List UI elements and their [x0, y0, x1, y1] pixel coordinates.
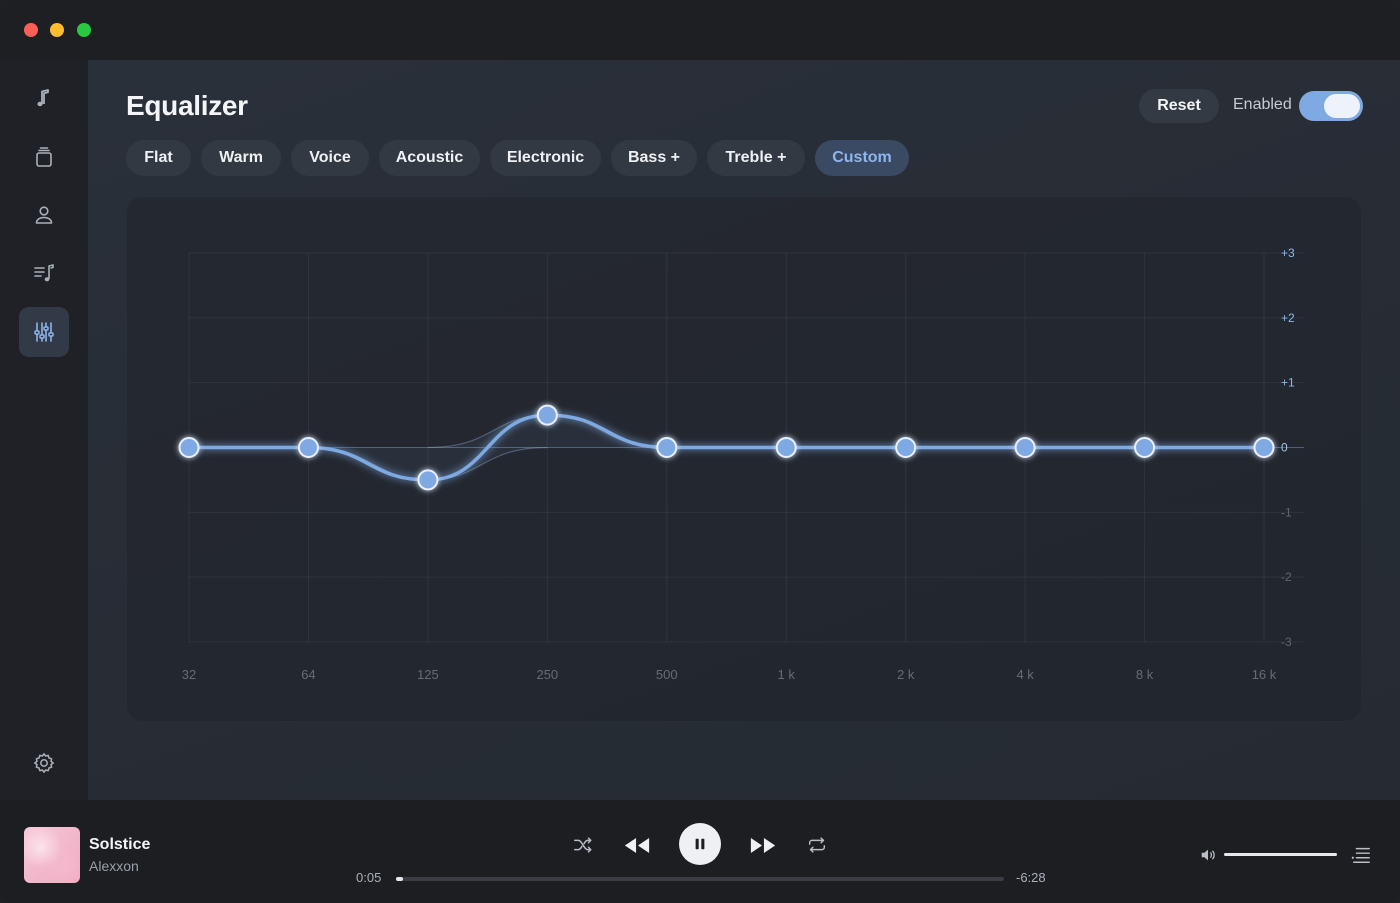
preset-warm[interactable]: Warm — [201, 140, 281, 176]
elapsed-time: 0:05 — [356, 870, 382, 885]
repeat-button[interactable] — [805, 833, 829, 857]
band-handle-8k[interactable] — [1134, 437, 1156, 458]
fast-forward-icon — [750, 837, 776, 853]
x-tick-label: 125 — [417, 667, 439, 682]
x-tick-label: 500 — [656, 667, 678, 682]
album-art[interactable] — [24, 827, 80, 883]
enabled-toggle[interactable] — [1299, 91, 1363, 121]
equalizer-chart: +3 +2 +1 0 -1 -2 -3 32 64 125 250 500 1 k 2 k 4 k 8 k 1… — [178, 246, 1304, 682]
progress-fill — [396, 877, 404, 881]
pause-icon — [695, 838, 705, 850]
band-handle-64[interactable] — [297, 437, 319, 458]
band-handle-250[interactable] — [536, 404, 558, 426]
sidebar-item-equalizer[interactable] — [19, 307, 69, 357]
queue-list-icon — [1351, 847, 1370, 863]
band-handle-1k[interactable] — [775, 437, 797, 458]
next-button[interactable] — [748, 833, 778, 857]
preset-custom[interactable]: Custom — [815, 140, 909, 176]
main-content: Equalizer Reset Enabled Flat Warm Voice … — [88, 60, 1400, 800]
app-window: Equalizer Reset Enabled Flat Warm Voice … — [0, 0, 1400, 903]
band-handle-500[interactable] — [656, 437, 678, 458]
volume-button[interactable] — [1198, 845, 1218, 865]
x-tick-label: 1 k — [778, 667, 796, 682]
rewind-icon — [624, 837, 650, 853]
y-tick-label: -3 — [1281, 635, 1292, 649]
sliders-icon — [34, 322, 54, 342]
enabled-label: Enabled — [1233, 96, 1292, 113]
preset-flat[interactable]: Flat — [126, 140, 191, 176]
x-tick-label: 2 k — [897, 667, 915, 682]
page-title: Equalizer — [126, 90, 248, 121]
y-tick-label: -1 — [1281, 505, 1292, 519]
sidebar-item-songs[interactable] — [19, 73, 69, 123]
y-tick-label: +2 — [1281, 311, 1295, 325]
zoom-window-button[interactable] — [77, 23, 91, 37]
volume-slider[interactable] — [1224, 853, 1337, 856]
x-tick-label: 16 k — [1252, 667, 1277, 682]
band-handle-16k[interactable] — [1253, 437, 1275, 458]
gear-icon — [34, 753, 54, 773]
track-artist[interactable]: Alexxon — [89, 858, 139, 874]
sidebar-item-playlists[interactable] — [19, 248, 69, 298]
settings-button[interactable] — [19, 738, 69, 788]
band-handle-2k[interactable] — [895, 437, 917, 458]
repeat-icon — [808, 837, 826, 853]
albums-stack-icon — [36, 147, 52, 167]
playlist-icon — [34, 264, 54, 282]
progress-bar[interactable] — [396, 877, 1004, 881]
preset-acoustic[interactable]: Acoustic — [379, 140, 480, 176]
minimize-window-button[interactable] — [50, 23, 64, 37]
volume-fill — [1224, 853, 1337, 856]
speaker-icon — [1201, 849, 1215, 861]
x-tick-label: 32 — [182, 667, 196, 682]
preset-bass-plus[interactable]: Bass + — [611, 140, 697, 176]
x-tick-label: 250 — [536, 667, 558, 682]
music-note-icon — [37, 89, 49, 107]
x-tick-label: 8 k — [1136, 667, 1154, 682]
y-tick-label: -2 — [1281, 570, 1292, 584]
shuffle-button[interactable] — [571, 833, 595, 857]
preset-electronic[interactable]: Electronic — [490, 140, 601, 176]
pause-button[interactable] — [679, 823, 721, 865]
close-window-button[interactable] — [24, 23, 38, 37]
sidebar-item-artists[interactable] — [19, 190, 69, 240]
band-handle-4k[interactable] — [1014, 437, 1036, 458]
previous-button[interactable] — [622, 833, 652, 857]
shuffle-icon — [574, 837, 592, 853]
queue-button[interactable] — [1349, 844, 1373, 866]
toggle-knob — [1324, 94, 1360, 118]
x-tick-label: 64 — [301, 667, 315, 682]
title-bar — [0, 0, 1400, 60]
reset-button[interactable]: Reset — [1139, 89, 1219, 123]
y-tick-label: +1 — [1281, 376, 1295, 390]
sidebar-item-albums[interactable] — [19, 132, 69, 182]
y-tick-label: 0 — [1281, 441, 1288, 455]
sidebar — [0, 60, 88, 800]
preset-voice[interactable]: Voice — [291, 140, 369, 176]
track-title[interactable]: Solstice — [89, 836, 150, 854]
y-tick-label: +3 — [1281, 246, 1295, 260]
player-bar: Solstice Alexxon 0:05 -6:28 — [0, 800, 1400, 903]
preset-treble-plus[interactable]: Treble + — [707, 140, 805, 176]
remaining-time: -6:28 — [1016, 870, 1046, 885]
equalizer-panel: +3 +2 +1 0 -1 -2 -3 32 64 125 250 500 1 k 2 k 4 k 8 k 1… — [126, 196, 1362, 722]
x-tick-label: 4 k — [1016, 667, 1034, 682]
band-handle-32[interactable] — [178, 437, 200, 458]
band-handle-125[interactable] — [417, 469, 439, 491]
person-icon — [35, 206, 53, 224]
